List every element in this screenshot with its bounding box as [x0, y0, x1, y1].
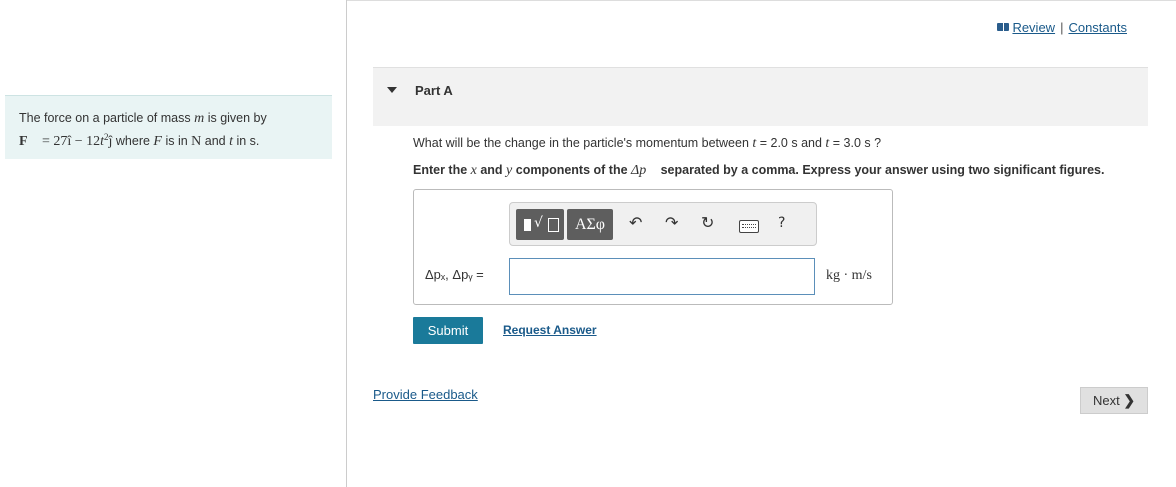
- instruction-part: separated by a comma. Express your answe…: [657, 163, 1105, 177]
- templates-button[interactable]: √: [516, 209, 564, 240]
- undo-icon[interactable]: ↶: [629, 213, 642, 232]
- answer-input[interactable]: [509, 258, 815, 295]
- question-time1: = 2.0 s and: [756, 136, 826, 150]
- problem-text: The force on a particle of mass: [19, 111, 195, 125]
- placeholder-icon: [524, 219, 531, 231]
- part-header[interactable]: Part A: [373, 67, 1148, 126]
- delta-p-vector: Δp⃗: [631, 163, 658, 178]
- mass-variable: m: [194, 111, 205, 126]
- instruction-text: Enter the x and y components of the Δp⃗ …: [413, 163, 1104, 179]
- instruction-part: Enter the: [413, 163, 471, 177]
- problem-line-2: F⃗ = 27î − 12t2ĵ where F is in N and t i…: [19, 128, 332, 151]
- instruction-part: and: [476, 163, 507, 177]
- provide-feedback-link[interactable]: Provide Feedback: [373, 387, 478, 402]
- math-toolbar: √ ΑΣφ ↶ ↷ ↻ ?: [509, 202, 817, 246]
- problem-text: and: [201, 134, 230, 149]
- chevron-right-icon: ❯: [1123, 392, 1136, 408]
- instruction-part: components of the: [512, 163, 632, 177]
- collapse-triangle-icon[interactable]: [387, 87, 397, 93]
- problem-text: is given by: [204, 111, 267, 125]
- newton-unit: N: [191, 134, 202, 150]
- top-divider: [347, 0, 1176, 1]
- answer-label: Δpₓ, Δpᵧ =: [425, 267, 484, 282]
- force-variable: F: [153, 134, 162, 150]
- book-icon: [997, 23, 1010, 31]
- redo-icon[interactable]: ↷: [665, 213, 678, 232]
- submit-button[interactable]: Submit: [413, 317, 483, 344]
- review-link[interactable]: Review: [1012, 20, 1055, 35]
- answer-units: kg · m/s: [826, 268, 872, 283]
- question-text: What will be the change in the particle'…: [413, 136, 881, 152]
- link-separator: |: [1060, 20, 1064, 35]
- question-prefix: What will be the change in the particle'…: [413, 136, 753, 150]
- answer-box: √ ΑΣφ ↶ ↷ ↻ ? Δpₓ, Δpᵧ = kg · m/s: [413, 189, 893, 305]
- problem-line-1: The force on a particle of mass m is giv…: [19, 109, 332, 128]
- help-icon[interactable]: ?: [778, 215, 785, 231]
- greek-symbols-button[interactable]: ΑΣφ: [567, 209, 613, 240]
- radical-icon: √: [534, 215, 543, 231]
- left-panel: The force on a particle of mass m is giv…: [0, 0, 347, 487]
- part-title: Part A: [415, 83, 453, 98]
- header-links: Review | Constants: [997, 20, 1127, 35]
- question-time2: = 3.0 s ?: [829, 136, 882, 150]
- problem-text: in s.: [233, 134, 260, 149]
- problem-statement: The force on a particle of mass m is giv…: [5, 95, 332, 159]
- next-button[interactable]: Next ❯: [1080, 387, 1148, 414]
- placeholder-icon: [548, 218, 559, 232]
- keyboard-icon[interactable]: [739, 220, 759, 233]
- problem-text: where: [112, 134, 154, 149]
- force-vector: F⃗: [19, 134, 39, 150]
- request-answer-link[interactable]: Request Answer: [503, 323, 597, 337]
- reset-icon[interactable]: ↻: [701, 213, 714, 232]
- next-label: Next: [1092, 393, 1120, 408]
- problem-text: is in: [161, 134, 192, 149]
- force-equation: = 27î − 12: [38, 134, 101, 150]
- constants-link[interactable]: Constants: [1068, 20, 1127, 35]
